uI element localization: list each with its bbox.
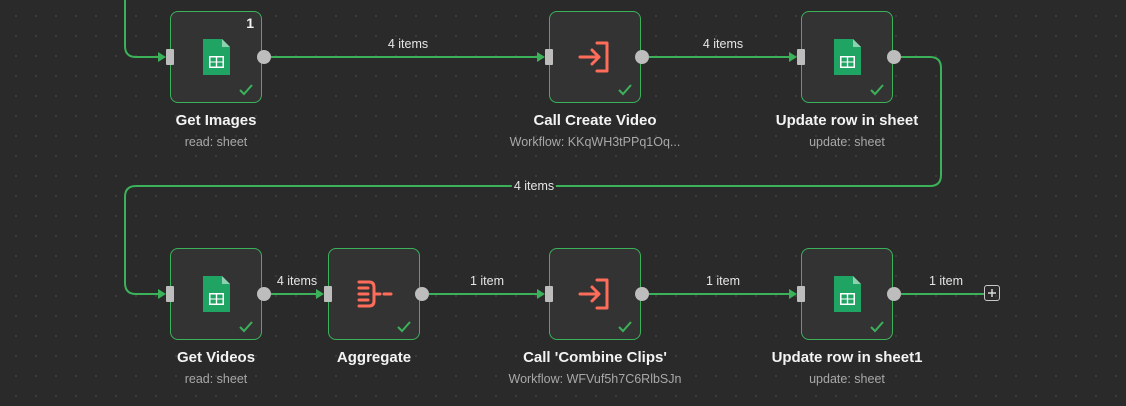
output-port[interactable]: [887, 287, 901, 301]
node-get-videos[interactable]: [170, 248, 262, 340]
input-port[interactable]: [166, 49, 174, 65]
execute-workflow-icon: [578, 278, 609, 310]
connection-arrowhead: [789, 52, 797, 62]
input-port[interactable]: [797, 49, 805, 65]
edge-label: 4 items: [702, 37, 744, 51]
google-sheets-icon: [834, 276, 861, 312]
connection-arrowhead: [537, 289, 545, 299]
google-sheets-icon: [203, 39, 230, 75]
output-port[interactable]: [635, 50, 649, 64]
input-port[interactable]: [797, 286, 805, 302]
edge-label: 1 item: [469, 274, 505, 288]
node-title: Update row in sheet1: [771, 349, 923, 366]
node-aggregate[interactable]: [328, 248, 420, 340]
connection-arrowhead: [316, 289, 324, 299]
google-sheets-icon: [834, 39, 861, 75]
input-port[interactable]: [545, 49, 553, 65]
connection-arrowhead: [789, 289, 797, 299]
node-subtitle: Workflow: WFVuf5h7C6RlbSJn: [508, 372, 682, 386]
input-port[interactable]: [324, 286, 332, 302]
output-port[interactable]: [415, 287, 429, 301]
google-sheets-icon: [203, 276, 230, 312]
node-subtitle: update: sheet: [809, 135, 885, 149]
output-port[interactable]: [887, 50, 901, 64]
input-port[interactable]: [545, 286, 553, 302]
node-subtitle: read: sheet: [184, 135, 248, 149]
output-port[interactable]: [635, 287, 649, 301]
input-port[interactable]: [166, 286, 174, 302]
add-node-button[interactable]: [984, 285, 1000, 301]
node-update-row-in-sheet[interactable]: [801, 11, 893, 103]
node-subtitle: read: sheet: [184, 372, 248, 386]
node-title: Call Create Video: [533, 112, 657, 129]
node-subtitle: Workflow: KKqWH3tPPq1Oq...: [509, 135, 681, 149]
node-title: Update row in sheet: [775, 112, 919, 129]
success-check-icon: [239, 84, 253, 96]
edge-label: 4 items: [511, 179, 557, 193]
success-check-icon: [397, 321, 411, 333]
node-title: Call 'Combine Clips': [523, 349, 667, 366]
workflow-canvas[interactable]: 4 items 4 items 4 items 4 items 1 item 1…: [0, 0, 1126, 406]
aggregate-icon: [357, 280, 393, 308]
connection-arrowhead: [158, 52, 166, 62]
output-port[interactable]: [257, 50, 271, 64]
connection-arrowhead: [537, 52, 545, 62]
node-subtitle: update: sheet: [809, 372, 885, 386]
node-call-create-video[interactable]: [549, 11, 641, 103]
plus-icon: [988, 289, 996, 297]
success-check-icon: [239, 321, 253, 333]
connection-arrowhead: [158, 289, 166, 299]
output-port[interactable]: [257, 287, 271, 301]
edge-label: 4 items: [387, 37, 429, 51]
node-call-combine-clips[interactable]: [549, 248, 641, 340]
execute-workflow-icon: [578, 41, 609, 73]
edge-label: 1 item: [705, 274, 741, 288]
success-check-icon: [618, 84, 632, 96]
node-title: Get Images: [175, 112, 257, 129]
node-get-images[interactable]: 1: [170, 11, 262, 103]
success-check-icon: [618, 321, 632, 333]
run-count-badge: 1: [246, 15, 254, 31]
success-check-icon: [870, 84, 884, 96]
edge-label: 4 items: [276, 274, 318, 288]
node-update-row-in-sheet1[interactable]: [801, 248, 893, 340]
edge-label: 1 item: [928, 274, 964, 288]
success-check-icon: [870, 321, 884, 333]
connection-incoming[interactable]: [124, 0, 160, 58]
node-title: Aggregate: [336, 349, 412, 366]
